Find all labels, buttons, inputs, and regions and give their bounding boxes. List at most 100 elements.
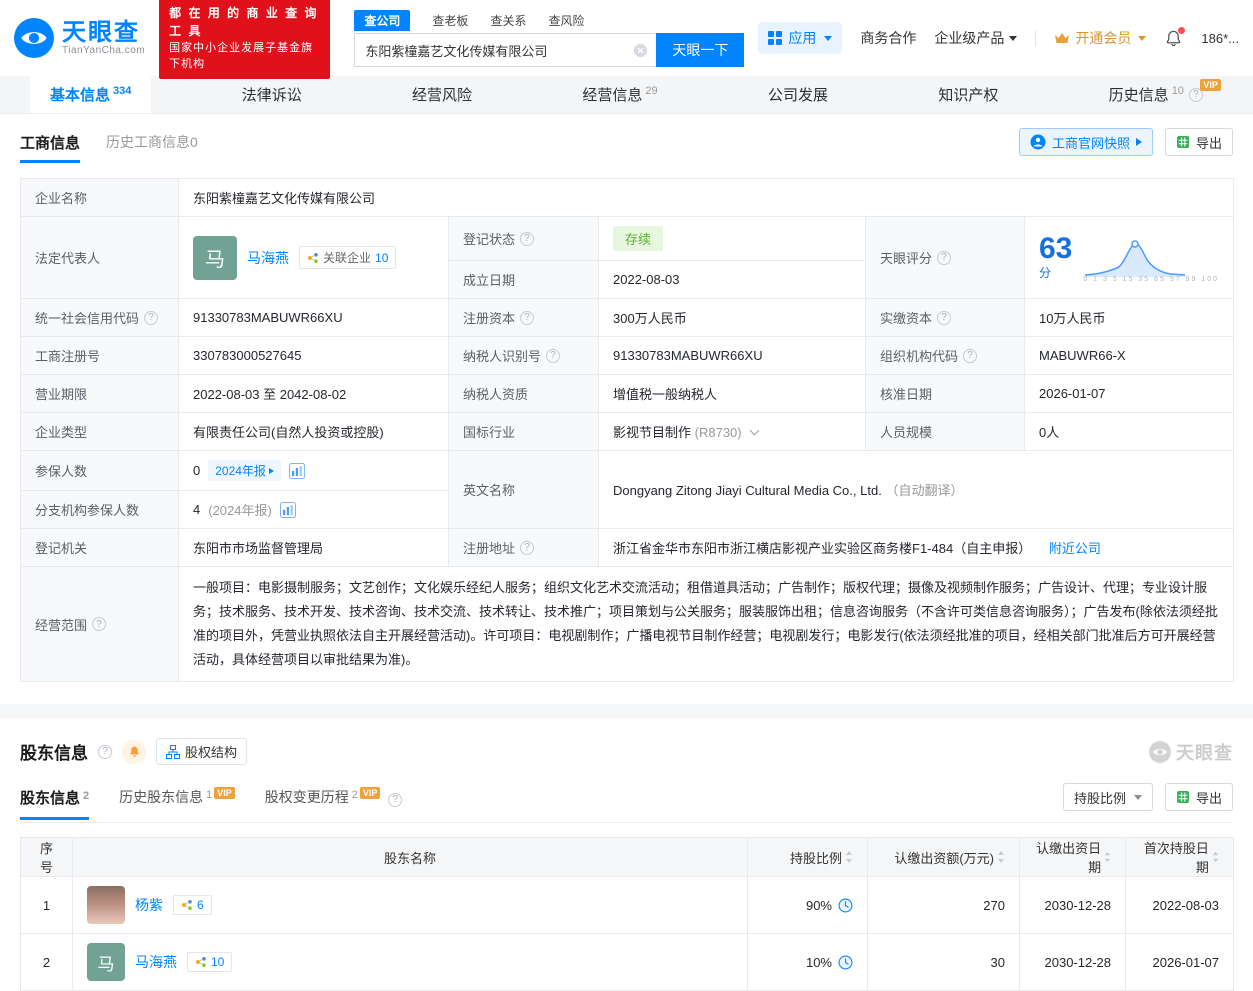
search-button[interactable]: 天眼一下 (656, 33, 744, 67)
search-tab-relation[interactable]: 查关系 (490, 10, 526, 31)
search-input[interactable] (355, 34, 656, 66)
trend-chart-icon[interactable] (280, 502, 296, 518)
shareholder-avatar[interactable]: 马 (87, 943, 125, 981)
org-code-label: 组织机构代码 (866, 337, 1025, 375)
account-phone[interactable]: 186*... (1201, 31, 1239, 46)
taxpayer-id-value: 91330783MABUWR66XU (599, 337, 866, 375)
help-icon[interactable] (92, 617, 106, 631)
status-badge: 存续 (613, 226, 663, 251)
industry-label: 国标行业 (449, 413, 599, 451)
legal-rep-avatar[interactable]: 马 (193, 236, 237, 280)
subtab-row: 工商信息 历史工商信息0 工商官网快照 导出 (20, 128, 1233, 166)
col-subscribed-amount[interactable]: 认缴出资额(万元) (868, 838, 1020, 877)
section-divider (0, 704, 1253, 718)
business-term-value: 2022-08-03 至 2042-08-02 (179, 375, 449, 413)
industry-value: 影视节目制作 (R8730) (599, 413, 866, 451)
history-clock-icon[interactable] (838, 955, 853, 970)
col-ratio[interactable]: 持股比例 (748, 838, 868, 877)
subtab-history-business-info[interactable]: 历史工商信息0 (106, 132, 198, 152)
table-row: 企业名称 东阳紫橦嘉艺文化传媒有限公司 (21, 179, 1234, 217)
shareholders-table: 序号 股东名称 持股比例 认缴出资额(万元) 认缴出资日期 首次持股日期 1 杨… (20, 837, 1234, 991)
reg-address-label: 注册地址 (449, 529, 599, 567)
tab-operation-info[interactable]: 经营信息29 (562, 76, 677, 113)
establish-date-value: 2022-08-03 (599, 261, 866, 299)
tab-history-shareholders[interactable]: 历史股东信息1VIP (119, 787, 235, 807)
export-excel-icon (1176, 790, 1190, 804)
equity-structure-link[interactable]: 股权结构 (156, 738, 247, 765)
tianyancha-logo[interactable]: 天眼查 TianYanCha.com (14, 18, 145, 58)
tab-intellectual-property[interactable]: 知识产权 (918, 76, 1018, 113)
trend-chart-icon[interactable] (289, 463, 305, 479)
tyc-score-block: 63分 0 1 3 5 15 35 65 97 99 100 (1039, 234, 1219, 281)
subscribe-bell-icon[interactable] (122, 740, 146, 764)
apps-grid-icon (768, 31, 782, 45)
help-icon[interactable] (520, 311, 534, 325)
related-companies-pill[interactable]: 6 (173, 895, 212, 915)
tianyancha-logo-icon (14, 18, 54, 58)
col-subscribe-date[interactable]: 认缴出资日期 (1020, 838, 1126, 877)
search-tab-company[interactable]: 查公司 (354, 10, 410, 31)
col-first-hold-date[interactable]: 首次持股日期 (1126, 838, 1234, 877)
search-tab-risk[interactable]: 查风险 (548, 10, 584, 31)
tab-operation-risk[interactable]: 经营风险 (392, 76, 492, 113)
tab-history-info[interactable]: 历史信息10 VIP (1089, 76, 1223, 113)
tab-shareholders[interactable]: 股东信息2 (20, 787, 89, 808)
export-button[interactable]: 导出 (1165, 783, 1233, 811)
ratio-sort-dropdown[interactable]: 持股比例 (1063, 783, 1153, 811)
chevron-down-icon[interactable] (750, 426, 760, 436)
help-icon[interactable] (520, 232, 534, 246)
search-tab-boss[interactable]: 查老板 (432, 10, 468, 31)
related-companies-pill[interactable]: 10 (187, 952, 232, 972)
export-button[interactable]: 导出 (1165, 128, 1233, 156)
establish-date-label: 成立日期 (449, 261, 599, 299)
annual-report-tag[interactable]: 2024年报 (208, 460, 281, 481)
credit-code-value: 91330783MABUWR66XU (179, 299, 449, 337)
apps-menu[interactable]: 应用 (758, 22, 842, 54)
shareholder-name-link[interactable]: 马海燕 (135, 952, 177, 972)
business-cooperation-link[interactable]: 商务合作 (860, 28, 916, 48)
tab-legal-proceedings[interactable]: 法律诉讼 (222, 76, 322, 113)
related-companies-pill[interactable]: 关联企业 10 (299, 246, 396, 269)
help-icon[interactable] (388, 793, 402, 807)
help-icon[interactable] (520, 541, 534, 555)
history-clock-icon[interactable] (838, 898, 853, 913)
clear-icon[interactable] (633, 43, 648, 58)
search-tabs: 查公司 查老板 查关系 查风险 (354, 9, 744, 31)
tab-company-development[interactable]: 公司发展 (748, 76, 848, 113)
sort-icon (997, 851, 1005, 863)
shareholders-title: 股东信息 (20, 739, 88, 764)
subscribe-date-value: 2030-12-28 (1020, 877, 1126, 934)
amount-value: 270 (868, 877, 1020, 934)
company-type-label: 企业类型 (21, 413, 179, 451)
tab-basic-info[interactable]: 基本信息334 (30, 76, 151, 113)
tianyancha-watermark: 天眼查 (1149, 739, 1233, 765)
score-value: 63 (1039, 232, 1072, 265)
divider (1035, 30, 1036, 46)
promo-line-1: 都 在 用 的 商 业 查 询 工 具 (169, 4, 320, 40)
tab-equity-change-history[interactable]: 股权变更历程2VIP (265, 787, 403, 807)
promo-line-2: 国家中小企业发展子基金旗下机构 (169, 40, 320, 73)
company-name-label: 企业名称 (21, 179, 179, 217)
subscribe-date-value: 2030-12-28 (1020, 934, 1126, 991)
enterprise-products-link[interactable]: 企业级产品 (934, 28, 1017, 48)
chevron-down-icon (1134, 795, 1142, 800)
help-icon[interactable] (937, 251, 951, 265)
score-curve-chart: 0 1 3 5 15 35 65 97 99 100 (1083, 235, 1219, 280)
shareholder-name-link[interactable]: 杨紫 (135, 895, 163, 915)
official-snapshot-button[interactable]: 工商官网快照 (1019, 128, 1153, 156)
help-icon[interactable] (546, 349, 560, 363)
relation-icon (307, 252, 319, 264)
reg-capital-label: 注册资本 (449, 299, 599, 337)
legal-rep-name-link[interactable]: 马海燕 (247, 248, 289, 268)
business-term-label: 营业期限 (21, 375, 179, 413)
help-icon[interactable] (98, 745, 112, 759)
help-icon[interactable] (144, 311, 158, 325)
score-unit: 分 (1039, 266, 1051, 280)
subtab-business-info[interactable]: 工商信息 (20, 132, 80, 153)
notification-bell-icon[interactable] (1164, 29, 1183, 48)
help-icon[interactable] (963, 349, 977, 363)
open-vip-link[interactable]: 开通会员 (1054, 28, 1146, 48)
nearby-companies-link[interactable]: 附近公司 (1049, 541, 1101, 556)
shareholder-photo[interactable] (87, 886, 125, 924)
help-icon[interactable] (937, 311, 951, 325)
